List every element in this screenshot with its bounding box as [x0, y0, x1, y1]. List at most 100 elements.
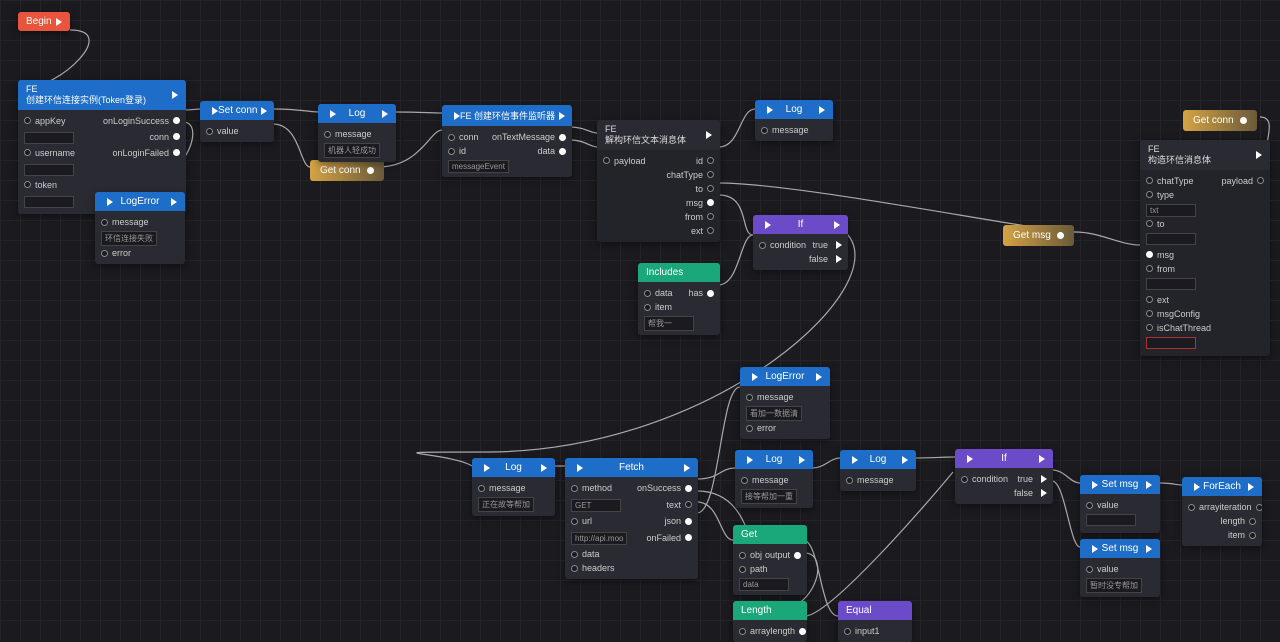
- input-field[interactable]: GET: [571, 499, 621, 512]
- input-field[interactable]: data: [739, 578, 789, 591]
- node-title: If: [798, 219, 804, 230]
- node-set-msg2[interactable]: Set msg value 暂时没专帮加: [1080, 539, 1160, 597]
- node-log5[interactable]: Log message: [840, 450, 916, 491]
- port-label: value: [217, 126, 239, 136]
- node-get-conn2[interactable]: Get conn: [1183, 110, 1257, 131]
- input-field[interactable]: 接等帮加一重: [741, 489, 797, 504]
- port-label: false: [809, 254, 828, 264]
- exec-in-icon: [484, 464, 490, 472]
- port-label: item: [1228, 530, 1245, 540]
- port-label: message: [772, 125, 809, 135]
- node-title: FE 创建环信事件监听器: [460, 109, 555, 122]
- node-begin[interactable]: Begin: [18, 12, 70, 31]
- exec-out-icon: [172, 91, 178, 99]
- port-out: [367, 167, 374, 174]
- port-label: chatType: [1157, 176, 1194, 186]
- port-label: onLoginFailed: [112, 148, 169, 158]
- port-label: length: [1220, 516, 1245, 526]
- node-fe-build[interactable]: FE构造环信消息体 chatTypepayload type txt to ms…: [1140, 140, 1270, 356]
- port-label: data: [582, 549, 600, 559]
- port-label: headers: [582, 563, 615, 573]
- port-label: payload: [1221, 176, 1253, 186]
- port-label: text: [666, 500, 681, 510]
- port-label: false: [1014, 488, 1033, 498]
- port-label: data: [537, 146, 555, 156]
- exec-in-icon: [752, 373, 758, 381]
- input-field[interactable]: 环信连接失败: [101, 231, 157, 246]
- node-title: Set msg: [1102, 543, 1139, 554]
- exec-in-icon: [967, 455, 973, 463]
- port-label: true: [812, 240, 828, 250]
- input-field[interactable]: [24, 132, 74, 144]
- input-field[interactable]: [1086, 514, 1136, 526]
- node-log-error1[interactable]: LogError message 环信连接失败 error: [95, 192, 185, 264]
- node-title: Log: [349, 108, 366, 119]
- input-field[interactable]: http://api.moo: [571, 532, 627, 545]
- exec-in-icon: [1092, 481, 1098, 489]
- port-label: conn: [459, 132, 479, 142]
- node-equal[interactable]: Equal input1: [838, 601, 912, 642]
- node-title: Set conn: [218, 105, 257, 116]
- input-field[interactable]: [1146, 278, 1196, 290]
- port-label: array: [750, 626, 771, 636]
- input-field[interactable]: 正在故等帮加: [478, 497, 534, 512]
- node-if2[interactable]: If conditiontrue false: [955, 449, 1053, 504]
- node-includes[interactable]: Includes datahas item 帮我一: [638, 263, 720, 335]
- input-field[interactable]: 看加一数据清: [746, 406, 802, 421]
- node-title: FE解构环信文本消息体: [605, 124, 686, 146]
- port-label: onTextMessage: [492, 132, 555, 142]
- node-log1[interactable]: Log message 机器人轻成功: [318, 104, 396, 162]
- exec-out-icon: [902, 456, 908, 464]
- node-log4[interactable]: Log message 接等帮加一重: [735, 450, 813, 508]
- node-title: Get msg: [1013, 230, 1051, 241]
- exec-out-icon: [1041, 489, 1047, 497]
- exec-out-icon: [836, 255, 842, 263]
- port-label: message: [752, 475, 789, 485]
- port-label: message: [112, 217, 149, 227]
- input-field[interactable]: 帮我一: [644, 316, 694, 331]
- port-label: id: [459, 146, 466, 156]
- port-label: msg: [1157, 250, 1174, 260]
- node-fetch[interactable]: Fetch methodonSuccess GETtext urljson ht…: [565, 458, 698, 579]
- input-field[interactable]: 机器人轻成功: [324, 143, 380, 158]
- node-title: Get conn: [1193, 115, 1234, 126]
- node-fe-parse[interactable]: FE解构环信文本消息体 payloadid chatType to msg fr…: [597, 120, 720, 242]
- exec-in-icon: [107, 198, 113, 206]
- port-label: value: [1097, 500, 1119, 510]
- node-get[interactable]: Get objoutput path data: [733, 525, 807, 595]
- port-label: to: [1157, 219, 1165, 229]
- exec-out-icon: [1146, 545, 1152, 553]
- input-field[interactable]: 暂时没专帮加: [1086, 578, 1142, 593]
- node-title: ForEach: [1203, 481, 1241, 492]
- node-log2[interactable]: Log message: [755, 100, 833, 141]
- port-label: msg: [686, 198, 703, 208]
- input-field[interactable]: [1146, 337, 1196, 349]
- port-out: [1057, 232, 1064, 239]
- port-label: item: [655, 302, 672, 312]
- node-fe-event[interactable]: FE 创建环信事件监听器 conn onTextMessage id data me…: [442, 105, 572, 177]
- node-log-error2[interactable]: LogError message 看加一数据清 error: [740, 367, 830, 439]
- exec-out-icon: [559, 112, 565, 120]
- exec-out-icon: [261, 107, 267, 115]
- node-set-conn[interactable]: Set conn value: [200, 101, 274, 142]
- node-foreach[interactable]: ForEach arrayiteration length item: [1182, 477, 1262, 546]
- input-field[interactable]: messageEvent: [448, 160, 509, 173]
- node-get-conn[interactable]: Get conn: [310, 160, 384, 181]
- port-label: appKey: [35, 116, 66, 126]
- input-field[interactable]: [24, 164, 74, 176]
- port-label: from: [685, 212, 703, 222]
- port-out: [1240, 117, 1247, 124]
- node-set-msg1[interactable]: Set msg value: [1080, 475, 1160, 533]
- port-label: iteration: [1220, 502, 1252, 512]
- node-if1[interactable]: If conditiontrue false: [753, 215, 848, 270]
- node-log3[interactable]: Log message 正在故等帮加: [472, 458, 555, 516]
- exec-out-icon: [382, 110, 388, 118]
- input-field[interactable]: txt: [1146, 204, 1196, 217]
- input-field[interactable]: [1146, 233, 1196, 245]
- exec-in-icon: [577, 464, 583, 472]
- input-field[interactable]: [24, 196, 74, 208]
- node-get-msg[interactable]: Get msg: [1003, 225, 1074, 246]
- node-length[interactable]: Length arraylength: [733, 601, 807, 642]
- port-label: input1: [855, 626, 880, 636]
- node-title: Length: [741, 605, 772, 616]
